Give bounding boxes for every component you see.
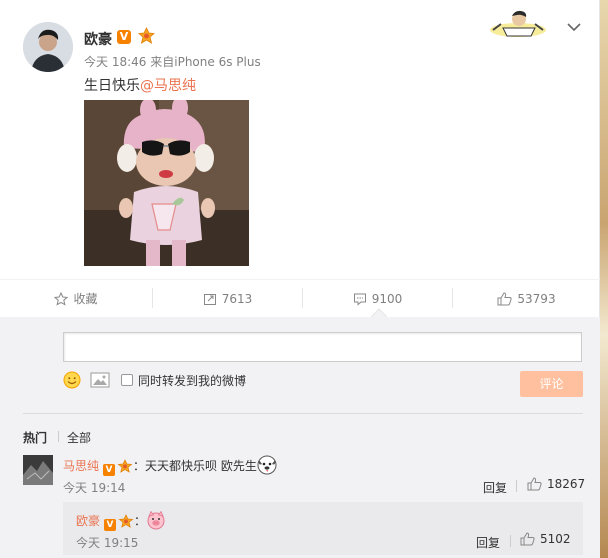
comment-input[interactable] [63,332,582,362]
repost-icon [203,294,216,305]
comment-submit-button[interactable]: 评论 [520,371,583,397]
repost-checkbox-label[interactable]: 同时转发到我的微博 [138,372,246,389]
commenter-avatar[interactable] [23,455,53,485]
thumb-up-icon [520,532,535,546]
comment-icon [353,293,366,306]
author-name[interactable]: 欧豪 [84,29,112,49]
medal-icon [118,514,134,528]
comment-line: 欧豪 V ： [76,510,166,531]
repost-checkbox[interactable] [121,374,133,386]
verified-badge: V [117,30,131,44]
thumb-up-icon [497,292,513,306]
emoji-icon[interactable] [63,371,81,389]
like-action[interactable]: 53793 [453,280,600,318]
chevron-down-icon[interactable] [566,21,582,33]
star-icon [54,292,69,306]
favorite-label: 收藏 [73,292,98,306]
comment-text: ：天天都快乐呗 欧先生 [133,459,257,473]
comment-like-button[interactable]: 5102 [520,532,571,546]
post-image[interactable] [84,100,249,266]
reply-button[interactable]: 回复 [483,479,507,496]
image-icon[interactable] [90,372,110,388]
post-text-body: 生日快乐 [84,78,140,94]
comment-text: ： [134,514,147,528]
like-count: 53793 [517,292,556,306]
panel-caret [371,308,387,317]
pig-emoji [147,510,165,530]
mention-link[interactable]: @马思纯 [140,78,196,94]
comment-action-separator [510,535,511,547]
verified-badge: V [103,464,116,476]
tab-all[interactable]: 全部 [67,429,91,446]
post-meta: 今天 18:46 来自iPhone 6s Plus [84,53,261,70]
reply-button[interactable]: 回复 [476,534,500,551]
medal-icon [138,27,155,44]
repost-action[interactable]: 7613 [153,280,302,318]
repost-count: 7613 [221,292,253,306]
tabs-divider [23,413,583,414]
favorite-action[interactable]: 收藏 [0,280,152,318]
comment-like-button[interactable]: 18267 [527,477,585,491]
action-bar: 收藏 7613 9100 53793 [0,279,600,317]
thumb-up-icon [527,477,542,491]
post-source[interactable]: iPhone 6s Plus [174,55,260,69]
post-time[interactable]: 今天 18:46 [84,55,146,69]
tab-hot[interactable]: 热门 [23,429,47,446]
page-background-strip [600,0,608,558]
comment-line: 马思纯 V ：天天都快乐呗 欧先生 [63,455,277,476]
card-decoration [490,10,546,37]
author-avatar[interactable] [23,22,73,72]
commenter-name[interactable]: 马思纯 [63,459,99,473]
tab-separator [58,431,59,442]
medal-icon [117,459,133,473]
post-text: 生日快乐@马思纯 [84,75,196,95]
dog-emoji [257,455,277,475]
comment-action-separator [516,480,517,492]
weibo-card: 欧豪 V 今天 18:46 来自iPhone 6s Plus 生日快乐@马思纯 [0,0,600,558]
comment-like-count: 5102 [540,532,571,546]
comment-time: 今天 19:15 [76,536,139,550]
comment-like-count: 18267 [547,477,586,491]
comment-time: 今天 19:14 [63,481,126,495]
verified-badge: V [104,519,117,531]
commenter-name[interactable]: 欧豪 [76,514,100,528]
source-prefix: 来自 [150,55,175,69]
